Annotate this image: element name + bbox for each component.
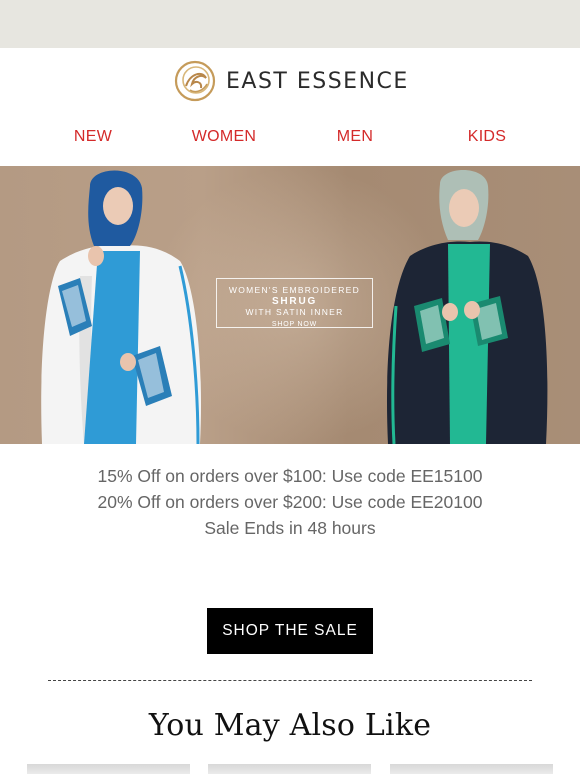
hero-model-right-image xyxy=(386,170,548,444)
top-banner-strip xyxy=(0,0,580,48)
logo-emblem-icon xyxy=(174,60,216,102)
hero-promo-line3: WITH SATIN INNER xyxy=(245,307,344,317)
dashed-divider xyxy=(48,680,532,681)
nav-item-men[interactable]: MEN xyxy=(295,128,415,146)
brand-name: EAST ESSENCE xyxy=(226,68,409,94)
hero-banner[interactable]: WOMEN'S EMBROIDERED SHRUG WITH SATIN INN… xyxy=(0,166,580,444)
product-thumbnail[interactable] xyxy=(27,764,190,774)
offer-sale-ends: Sale Ends in 48 hours xyxy=(204,518,376,538)
nav-item-new[interactable]: NEW xyxy=(33,128,153,146)
hero-promo-line1: WOMEN'S EMBROIDERED xyxy=(228,285,361,295)
brand-logo[interactable]: EAST ESSENCE xyxy=(172,60,409,102)
offer-line-2: 20% Off on orders over $200: Use code EE… xyxy=(97,492,483,512)
hero-promo-product: SHRUG xyxy=(271,296,318,307)
hero-model-left-image xyxy=(41,170,202,444)
offers-text: 15% Off on orders over $100: Use code EE… xyxy=(0,463,580,541)
recommendations-title: You May Also Like xyxy=(148,708,432,743)
product-thumbnail[interactable] xyxy=(208,764,371,774)
offer-line-1: 15% Off on orders over $100: Use code EE… xyxy=(97,466,483,486)
main-nav: NEW WOMEN MEN KIDS xyxy=(0,128,580,154)
shop-the-sale-button[interactable]: SHOP THE SALE xyxy=(207,608,373,654)
nav-item-kids[interactable]: KIDS xyxy=(427,128,547,146)
hero-shop-now-link[interactable]: SHOP NOW xyxy=(216,321,373,328)
product-thumbnail[interactable] xyxy=(390,764,553,774)
nav-item-women[interactable]: WOMEN xyxy=(164,128,284,146)
